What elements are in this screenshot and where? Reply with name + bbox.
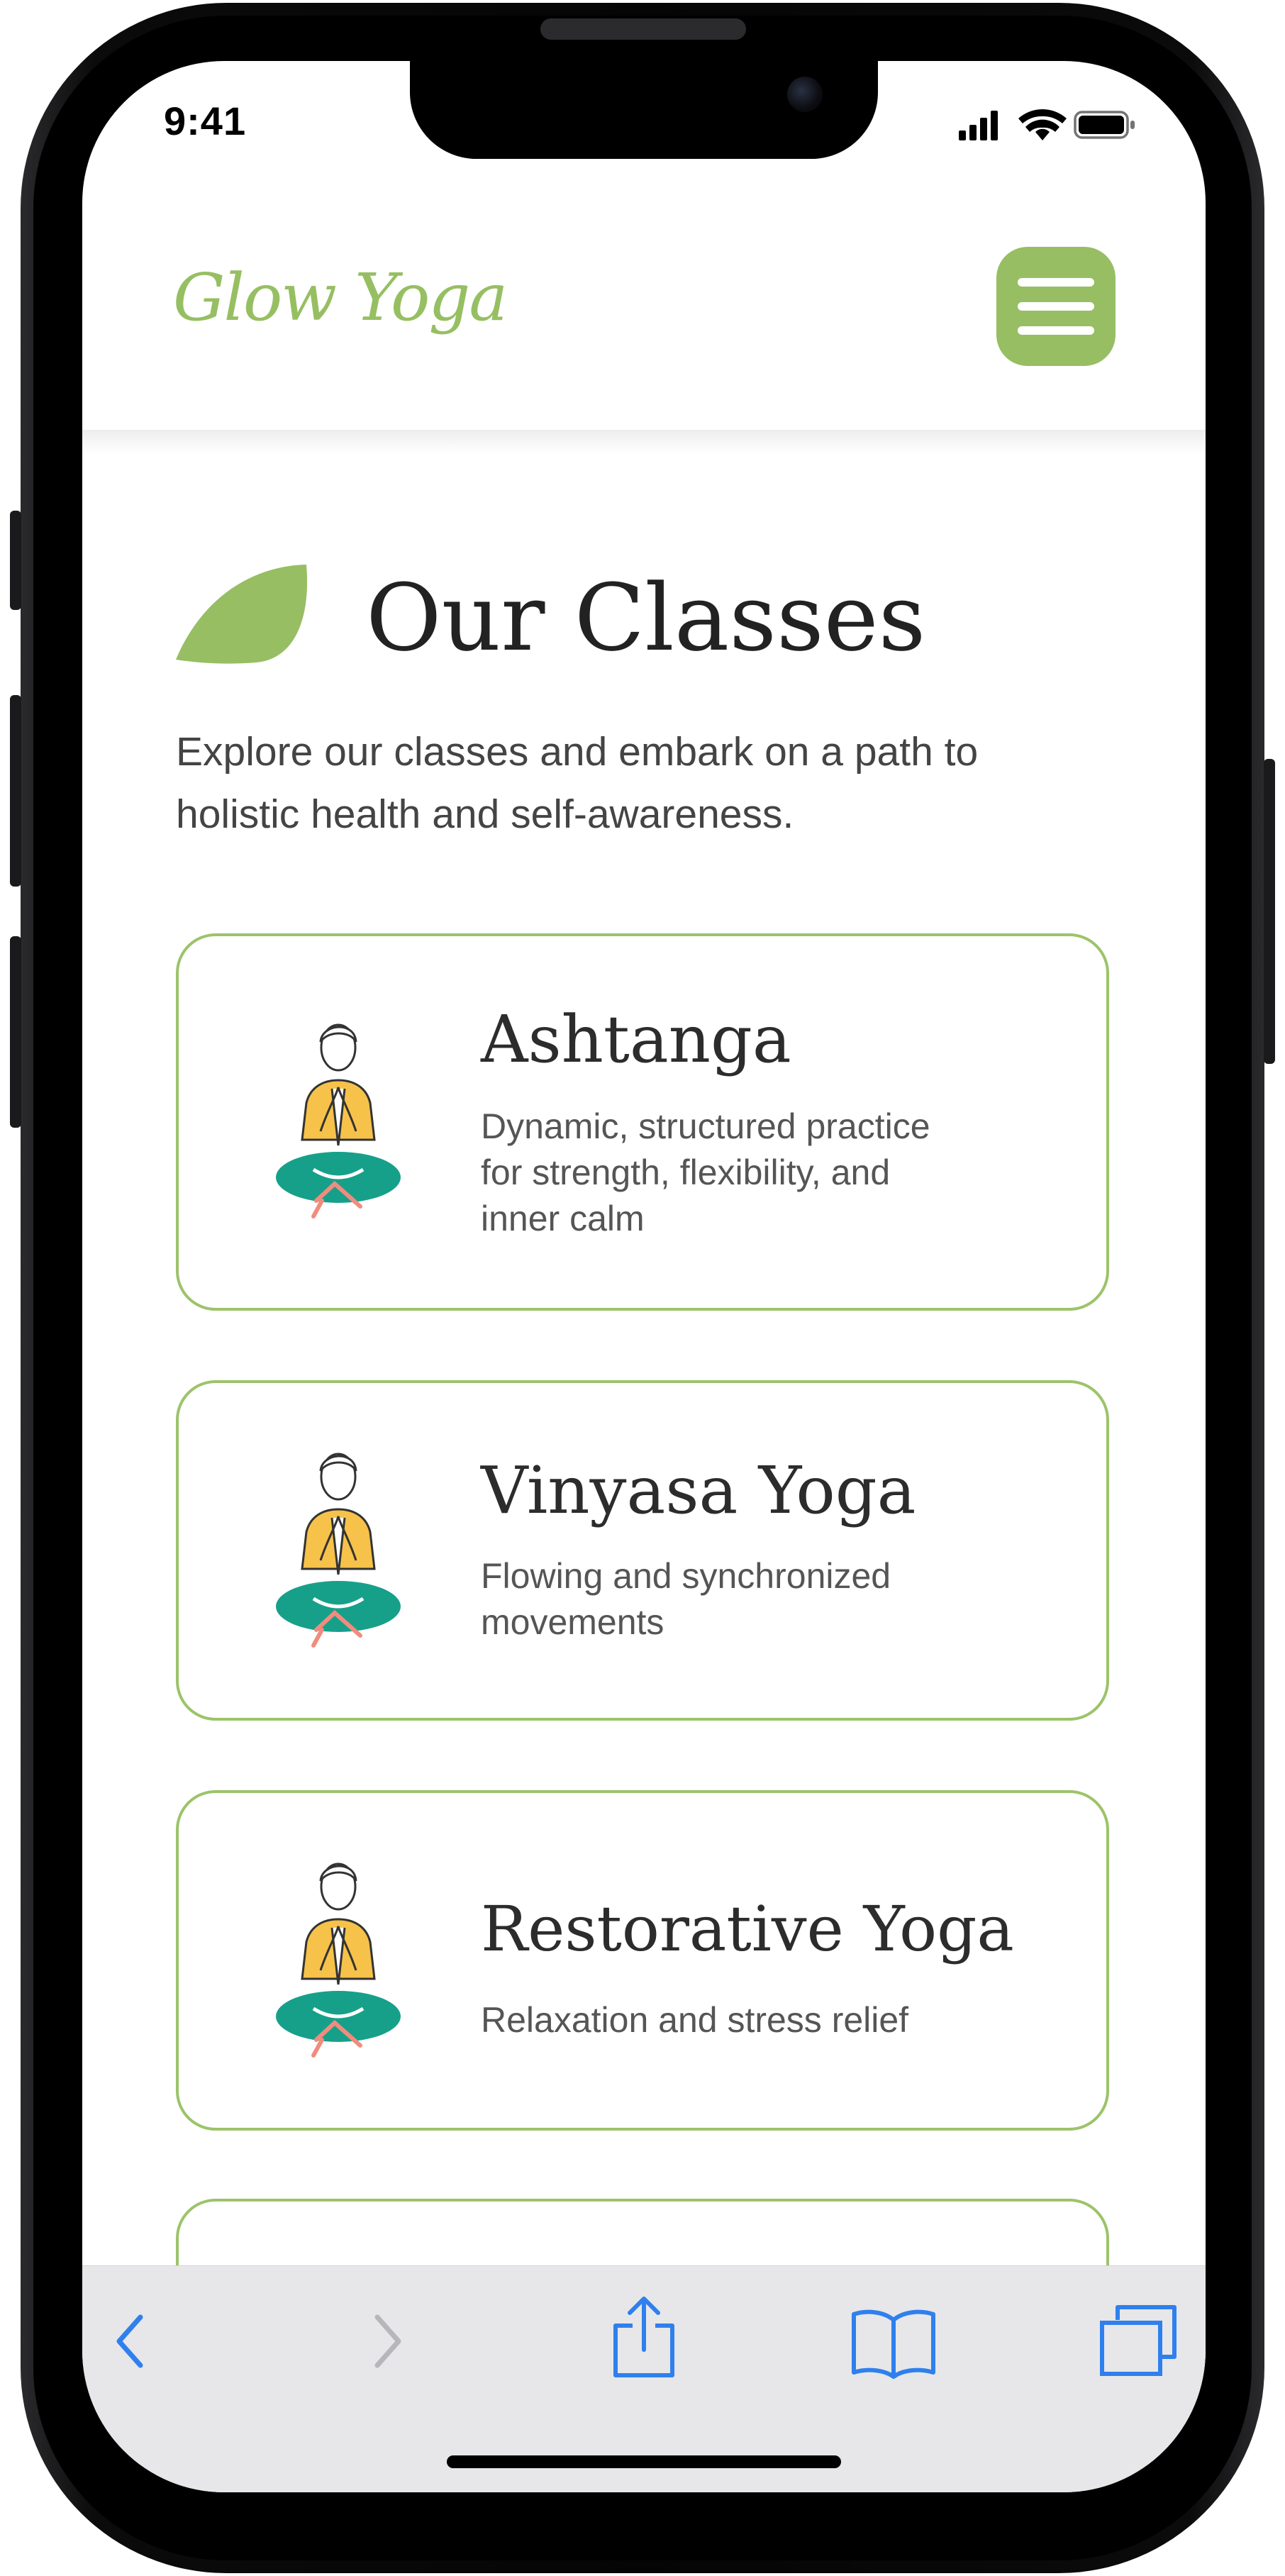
menu-button[interactable] — [996, 247, 1116, 366]
forward-icon[interactable] — [366, 2311, 408, 2371]
power-button — [1264, 759, 1275, 1064]
status-icons — [959, 109, 1135, 140]
class-card-vinyasa[interactable]: Vinyasa Yoga Flowing and synchronized mo… — [176, 1380, 1109, 1721]
description-line: Relaxation and stress relief — [481, 2000, 909, 2040]
class-card-restorative[interactable]: Restorative Yoga Relaxation and stress r… — [176, 1790, 1109, 2131]
bookmarks-icon[interactable] — [850, 2306, 938, 2380]
volume-down-button — [10, 936, 21, 1128]
class-description: Relaxation and stress relief — [481, 1997, 1034, 2043]
leaf-icon — [176, 565, 308, 664]
hamburger-menu-icon-bar — [1018, 302, 1094, 311]
back-icon[interactable] — [109, 2311, 152, 2371]
class-description: Flowing and synchronized movements — [481, 1553, 1034, 1645]
class-title: Ashtanga — [481, 1001, 791, 1077]
page-title: Our Classes — [366, 564, 926, 672]
yoga-figure-icon — [276, 1023, 401, 1218]
hamburger-menu-icon-bar — [1018, 326, 1094, 335]
front-camera — [787, 77, 823, 112]
notch — [410, 61, 878, 159]
intro-line: holistic health and self-awareness. — [176, 792, 794, 837]
class-title: Vinyasa Yoga — [481, 1453, 916, 1528]
tabs-icon[interactable] — [1096, 2302, 1180, 2380]
site-logo[interactable]: Glow Yoga — [173, 260, 508, 335]
wifi-icon — [1018, 109, 1067, 140]
yoga-figure-icon — [276, 1862, 401, 2058]
header-divider — [82, 430, 1206, 454]
class-title: Restorative Yoga — [481, 1892, 1014, 1965]
class-card-ashtanga[interactable]: Ashtanga Dynamic, structured practice fo… — [176, 933, 1109, 1311]
class-description: Dynamic, structured practice for strengt… — [481, 1104, 1034, 1242]
phone-screen: 9:41 Glow Yoga Our Classes Explore our c… — [82, 61, 1206, 2492]
description-line: inner calm — [481, 1199, 645, 1238]
page-intro: Explore our classes and embark on a path… — [176, 721, 1140, 845]
intro-line: Explore our classes and embark on a path… — [176, 729, 979, 775]
speaker-grille — [540, 18, 746, 40]
hamburger-menu-icon — [1018, 278, 1094, 287]
silent-switch — [10, 511, 21, 610]
status-time: 9:41 — [164, 99, 247, 143]
description-line: movements — [481, 1602, 664, 1642]
battery-icon — [1074, 111, 1135, 139]
description-line: Flowing and synchronized — [481, 1556, 891, 1596]
yoga-figure-icon — [276, 1453, 401, 1648]
description-line: Dynamic, structured practice — [481, 1106, 930, 1146]
share-icon[interactable] — [607, 2294, 681, 2380]
home-indicator — [447, 2455, 841, 2468]
description-line: for strength, flexibility, and — [481, 1153, 891, 1192]
cellular-signal-icon — [959, 111, 998, 140]
volume-up-button — [10, 695, 21, 887]
